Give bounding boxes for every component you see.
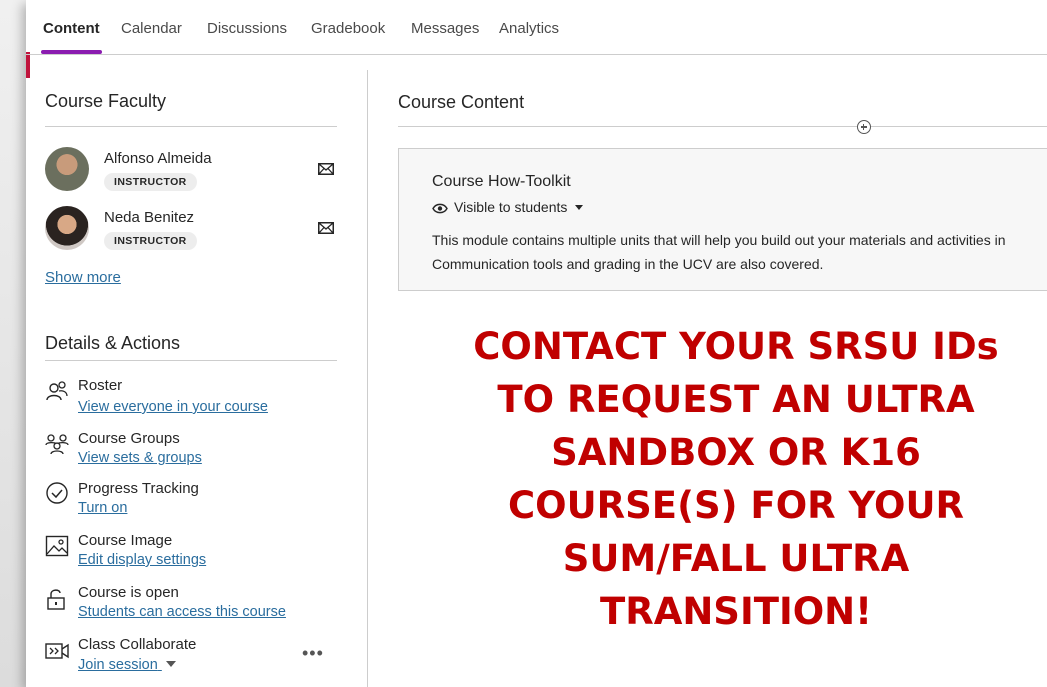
course-faculty-title: Course Faculty <box>45 91 167 111</box>
learning-module-card[interactable]: Course How-Toolkit Visible to students T… <box>398 148 1047 291</box>
course-open-link[interactable]: Students can access this course <box>78 604 286 620</box>
announcement-callout: CONTACT YOUR SRSU IDs TO REQUEST AN ULTR… <box>386 320 1047 638</box>
collaborate-title: Class Collaborate <box>78 636 197 653</box>
visibility-label[interactable]: Visible to students <box>454 199 567 215</box>
divider <box>45 126 337 127</box>
image-icon <box>45 535 69 557</box>
add-content-icon[interactable] <box>857 120 871 134</box>
roster-icon <box>46 381 68 401</box>
roster-title: Roster <box>78 377 123 394</box>
callout-line: CONTACT YOUR SRSU IDs <box>473 325 999 368</box>
show-more-link[interactable]: Show more <box>45 269 121 286</box>
left-panel: Course Faculty Alfonso Almeida INSTRUCTO… <box>45 55 337 687</box>
callout-line: SUM/FALL ULTRA <box>562 537 910 580</box>
role-badge: INSTRUCTOR <box>104 232 197 250</box>
course-image-link[interactable]: Edit display settings <box>78 552 206 568</box>
course-groups-title: Course Groups <box>78 430 180 447</box>
callout-line: TRANSITION! <box>599 590 873 633</box>
groups-icon <box>45 434 69 455</box>
module-description: This module contains multiple units that… <box>432 228 1047 276</box>
module-title[interactable]: Course How-Toolkit <box>432 173 571 191</box>
progress-tracking-link[interactable]: Turn on <box>78 500 127 516</box>
course-open-title: Course is open <box>78 584 179 601</box>
chevron-down-icon <box>575 205 584 210</box>
message-icon[interactable] <box>318 222 334 234</box>
unlock-icon <box>47 589 65 610</box>
tab-analytics[interactable]: Analytics <box>499 20 559 37</box>
tab-content[interactable]: Content <box>41 20 102 54</box>
module-description-line: This module contains multiple units that… <box>432 232 1006 248</box>
callout-line: COURSE(S) FOR YOUR <box>508 484 964 527</box>
accent-bar <box>26 52 30 78</box>
course-page: Content Calendar Discussions Gradebook M… <box>26 0 1047 687</box>
tab-messages[interactable]: Messages <box>411 20 479 37</box>
join-session-label[interactable]: Join session <box>78 657 158 673</box>
chevron-down-icon <box>165 661 176 667</box>
tab-gradebook[interactable]: Gradebook <box>311 20 385 37</box>
role-badge: INSTRUCTOR <box>104 173 197 191</box>
collaborate-icon <box>45 643 69 659</box>
course-groups-link[interactable]: View sets & groups <box>78 450 202 466</box>
message-icon[interactable] <box>318 163 334 175</box>
progress-tracking-title: Progress Tracking <box>78 480 199 497</box>
faculty-name[interactable]: Neda Benitez <box>104 209 194 226</box>
progress-check-icon <box>46 482 68 504</box>
more-options-icon[interactable]: ••• <box>302 643 324 664</box>
tab-bar: Content Calendar Discussions Gradebook M… <box>26 0 1047 55</box>
course-image-title: Course Image <box>78 532 173 549</box>
callout-line: TO REQUEST AN ULTRA <box>497 378 975 421</box>
faculty-name[interactable]: Alfonso Almeida <box>104 150 212 167</box>
avatar[interactable] <box>45 206 89 250</box>
module-description-line: Communication tools and grading in the U… <box>432 256 824 272</box>
eye-icon <box>432 203 448 214</box>
join-session-link[interactable]: Join session <box>78 657 176 673</box>
avatar[interactable] <box>45 147 89 191</box>
tab-discussions[interactable]: Discussions <box>207 20 287 37</box>
divider <box>398 126 1047 127</box>
column-divider <box>367 70 368 687</box>
divider <box>45 360 337 361</box>
course-content-title: Course Content <box>398 92 525 112</box>
details-actions-title: Details & Actions <box>45 333 181 353</box>
visibility-dropdown[interactable]: Visible to students <box>432 199 589 215</box>
roster-link[interactable]: View everyone in your course <box>78 399 268 415</box>
tab-calendar[interactable]: Calendar <box>121 20 182 37</box>
callout-line: SANDBOX OR K16 <box>551 431 921 474</box>
